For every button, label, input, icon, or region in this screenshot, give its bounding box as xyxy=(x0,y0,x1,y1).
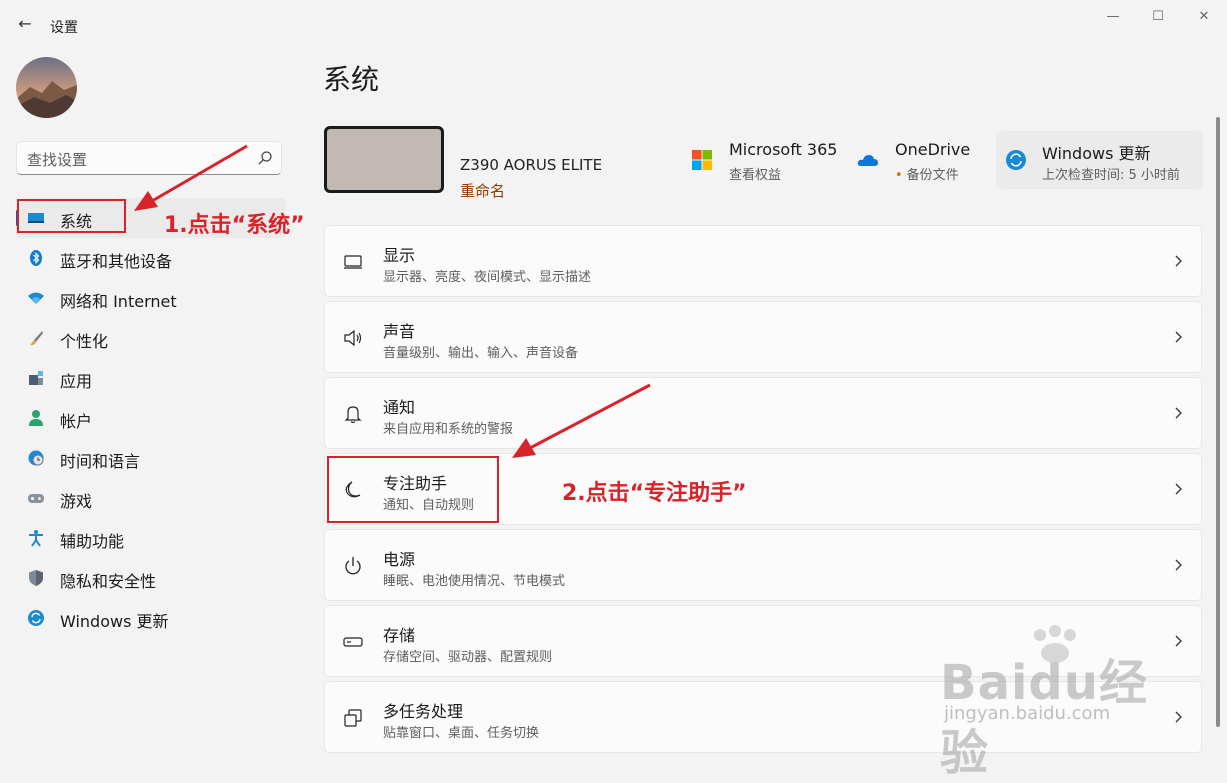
annotation-step2: 2.点击“专注助手” xyxy=(562,481,747,506)
arrow-line-step2 xyxy=(529,383,651,450)
watermark-sub: jingyan.baidu.com xyxy=(944,703,1111,724)
arrow-line-step1 xyxy=(151,144,248,203)
annotation-step1: 1.点击“系统” xyxy=(164,213,305,238)
baidu-watermark: Baidu经验 jingyan.baidu.com xyxy=(940,625,1170,781)
